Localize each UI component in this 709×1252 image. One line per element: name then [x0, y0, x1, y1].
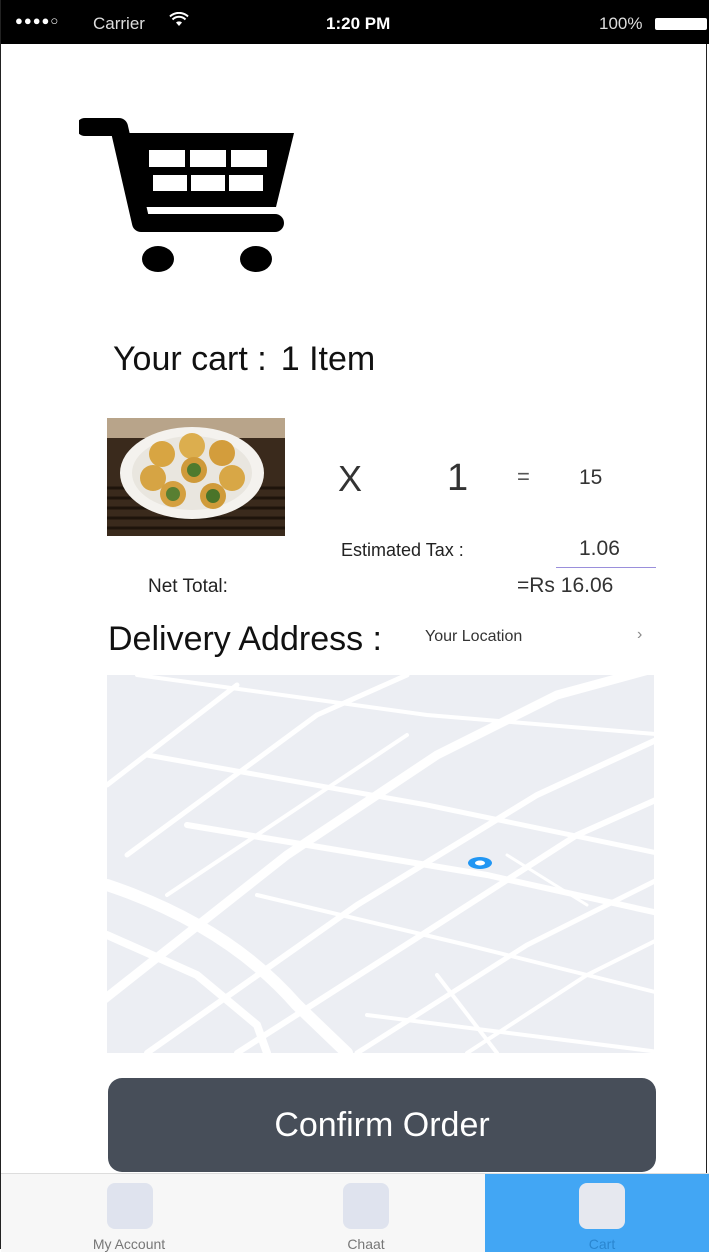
tab-label: My Account — [92, 1236, 166, 1252]
tab-chaat[interactable]: Chaat — [241, 1174, 485, 1252]
battery-icon — [655, 18, 707, 30]
cart-heading: Your cart : 1 Item — [113, 340, 375, 379]
account-icon — [107, 1183, 153, 1229]
chaat-icon — [343, 1183, 389, 1229]
tab-label: Cart — [588, 1236, 616, 1252]
tab-my-account[interactable]: My Account — [1, 1174, 241, 1252]
location-selector[interactable]: Your Location — [425, 628, 522, 646]
carrier-label: Carrier — [93, 14, 145, 33]
map-streets — [107, 675, 654, 1053]
equals-symbol: = — [517, 464, 530, 489]
shopping-cart-icon — [79, 118, 294, 272]
confirm-order-button[interactable]: Confirm Order — [108, 1078, 656, 1172]
cart-title-label: Your cart : — [113, 340, 267, 378]
tax-value: 1.06 — [579, 537, 620, 560]
tab-cart[interactable]: Cart — [485, 1174, 709, 1252]
cart-tab-icon — [579, 1183, 625, 1229]
status-bar: ●●●●○ Carrier 1:20 PM 100% — [1, 0, 709, 44]
tab-bar: My Account Chaat Cart — [1, 1173, 709, 1252]
battery-percent: 100% — [599, 14, 643, 33]
signal-icon: ●●●●○ — [15, 13, 60, 28]
delivery-map[interactable] — [107, 675, 654, 1053]
wifi-icon — [169, 11, 189, 33]
app-frame: ●●●●○ Carrier 1:20 PM 100% Your cart : 1 … — [0, 0, 709, 1252]
clock: 1:20 PM — [326, 14, 391, 33]
delivery-address-title: Delivery Address : — [108, 620, 382, 658]
tab-label: Chaat — [347, 1236, 385, 1252]
net-total-value: =Rs 16.06 — [517, 574, 614, 597]
item-price: 15 — [579, 466, 603, 489]
food-item-image — [107, 418, 285, 536]
tax-label: Estimated Tax : — [341, 540, 464, 560]
item-quantity[interactable]: 1 — [447, 457, 468, 500]
tax-divider — [556, 567, 656, 568]
net-total-label: Net Total: — [148, 576, 228, 597]
cart-item-count: 1 Item — [280, 340, 376, 378]
times-symbol: X — [338, 458, 363, 499]
chevron-right-icon[interactable]: › — [637, 626, 642, 644]
